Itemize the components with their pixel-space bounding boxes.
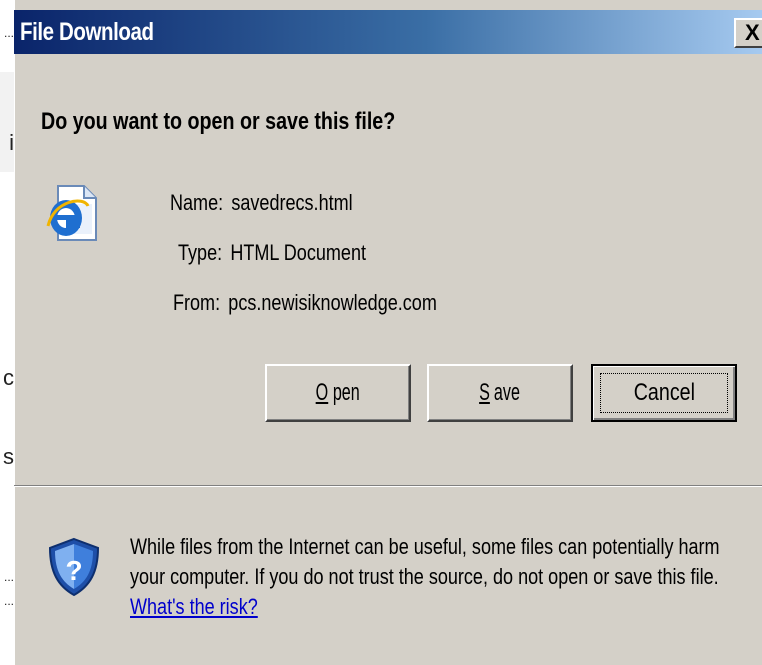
close-icon: X [745,20,760,45]
security-shield-question-icon: ? [48,537,100,597]
title-bar[interactable]: File Download X [14,10,762,54]
file-source-row: From: pcs.newisiknowledge.com [173,290,437,316]
background-fragment: ... [3,26,14,40]
file-type-label: Type: [178,240,223,265]
file-name-value: savedrecs.html [231,190,353,215]
file-download-dialog: File Download X Do you want to open or s… [14,0,762,665]
cancel-button[interactable]: Cancel [591,364,737,422]
security-warning: While files from the Internet can be use… [130,532,737,622]
background-fragment: c [3,365,14,390]
background-fragment: i [9,130,14,155]
file-source-label: From: [173,290,221,315]
open-button[interactable]: Open [265,364,411,422]
svg-text:?: ? [65,555,82,586]
background-fragment: s [3,444,14,469]
open-button-label: Open [315,379,360,406]
file-name-label: Name: [170,190,224,215]
cancel-button-label: Cancel [633,379,695,406]
section-divider-highlight [14,486,762,487]
dialog-title: File Download [20,18,154,46]
background-band [0,72,14,172]
file-type-value: HTML Document [230,240,366,265]
file-type-row: Type: HTML Document [178,240,366,266]
file-name-row: Name: savedrecs.html [170,190,353,216]
close-button[interactable]: X [734,18,762,48]
security-warning-text: While files from the Internet can be use… [130,534,720,589]
whats-the-risk-link[interactable]: What's the risk? [130,594,258,619]
background-fragment: ... [3,570,14,584]
background-fragment: ... [3,594,14,608]
ie-html-document-icon [46,185,97,241]
download-question: Do you want to open or save this file? [41,108,396,135]
save-button-label: Save [478,379,520,406]
file-source-value: pcs.newisiknowledge.com [228,290,437,315]
save-button[interactable]: Save [427,364,573,422]
